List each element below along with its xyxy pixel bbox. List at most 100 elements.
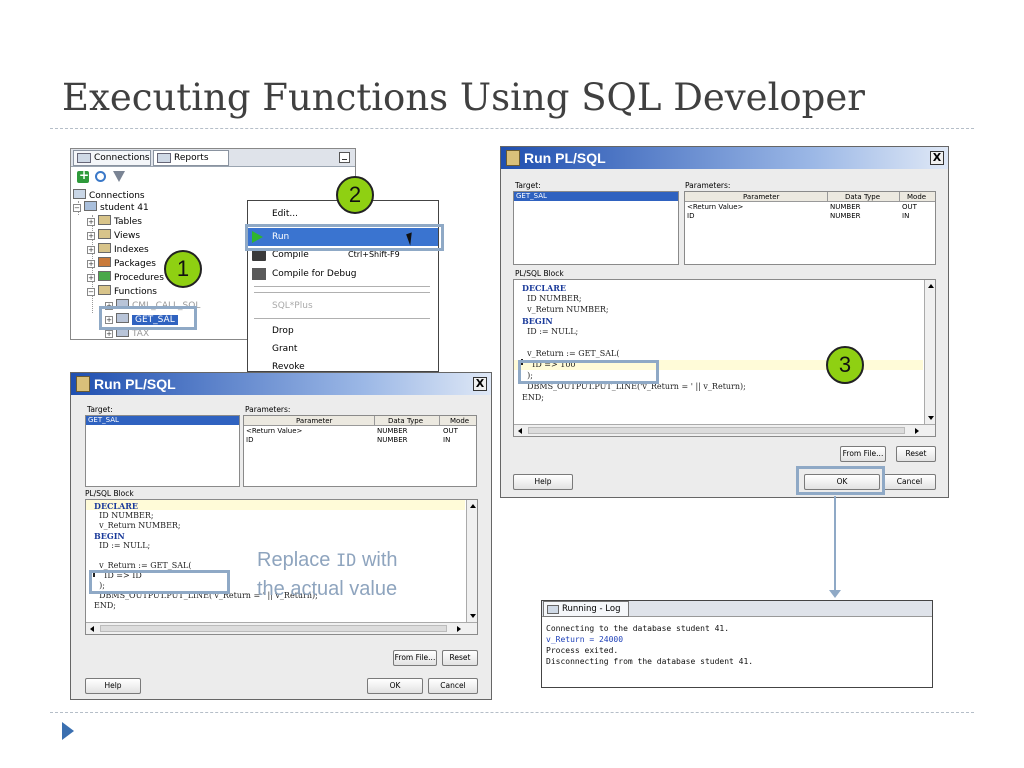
tree-item-functions[interactable]: − Functions — [87, 285, 157, 299]
log-line: v_Return = 24000 — [546, 635, 624, 644]
target-list[interactable]: GET_SAL — [513, 191, 679, 265]
minimize-icon[interactable] — [339, 152, 350, 163]
folder-icon — [98, 215, 111, 225]
folder-icon — [98, 285, 111, 295]
log-line: Connecting to the database student 41. — [546, 624, 730, 633]
close-button[interactable]: X — [473, 377, 487, 391]
add-connection-icon[interactable] — [77, 168, 89, 183]
menu-item-sqlplus[interactable]: SQL*Plus — [248, 297, 438, 315]
title-divider — [50, 128, 974, 129]
menu-item-drop[interactable]: Drop — [248, 322, 438, 340]
log-tabs: Running - Log — [542, 601, 932, 617]
tab-connections[interactable]: Connections — [73, 150, 151, 166]
code-line: ID := NULL; — [522, 327, 579, 336]
replace-id-callout: Replace ID with the actual value — [257, 549, 398, 600]
code-line: ID NUMBER; — [522, 294, 582, 303]
step-badge-3: 3 — [826, 346, 864, 384]
target-item-get-sal[interactable]: GET_SAL — [86, 416, 239, 425]
target-label: Target: — [87, 405, 113, 414]
reset-button[interactable]: Reset — [896, 446, 936, 462]
dialog-titlebar: Run PL/SQL X — [71, 373, 491, 395]
target-list[interactable]: GET_SAL — [85, 415, 240, 487]
help-button[interactable]: Help — [513, 474, 573, 490]
tab-reports[interactable]: Reports — [153, 150, 229, 166]
table-row[interactable]: ID NUMBER IN — [244, 436, 476, 445]
menu-separator — [254, 286, 430, 287]
folder-icon — [98, 229, 111, 239]
tree-item-student-41[interactable]: − student 41 — [73, 201, 149, 215]
close-button[interactable]: X — [930, 151, 944, 165]
from-file-button[interactable]: From File... — [840, 446, 886, 462]
menu-item-revoke[interactable]: Revoke — [248, 358, 438, 371]
expand-icon[interactable]: + — [87, 274, 95, 282]
menu-separator — [254, 292, 430, 293]
table-row[interactable]: ID NUMBER IN — [685, 212, 935, 221]
code-line: END; — [522, 393, 544, 402]
target-item-get-sal[interactable]: GET_SAL — [514, 192, 678, 201]
step-badge-2: 2 — [336, 176, 374, 214]
collapse-icon[interactable]: − — [73, 204, 81, 212]
log-output: Connecting to the database student 41. v… — [546, 623, 753, 667]
menu-item-compile-for-debug[interactable]: Compile for Debug — [248, 265, 438, 283]
expand-icon[interactable]: + — [87, 218, 95, 226]
connections-icon — [73, 189, 86, 199]
parameters-table: Parameter Data Type Mode <Return Value> … — [243, 415, 477, 487]
tree-item-procedures[interactable]: + Procedures — [87, 271, 164, 285]
vertical-scrollbar[interactable] — [466, 500, 477, 622]
tree-item-packages[interactable]: + Packages — [87, 257, 156, 271]
running-log-panel: Running - Log Connecting to the database… — [541, 600, 933, 688]
expand-icon[interactable]: + — [87, 246, 95, 254]
reset-button[interactable]: Reset — [442, 650, 478, 666]
navigator-toolbar — [71, 167, 355, 187]
step-badge-1: 1 — [164, 250, 202, 288]
filter-icon[interactable] — [113, 171, 125, 182]
plsql-block-label: PL/SQL Block — [515, 269, 564, 278]
params-header: Parameter Data Type Mode — [685, 192, 935, 202]
footer-divider — [50, 712, 974, 713]
collapse-icon[interactable]: − — [87, 288, 95, 296]
vertical-scrollbar[interactable] — [924, 280, 935, 424]
horizontal-scrollbar[interactable] — [86, 622, 477, 634]
highlight-get-sal — [99, 306, 197, 330]
tree-item-indexes[interactable]: + Indexes — [87, 243, 149, 257]
reports-icon — [157, 153, 171, 163]
code-line: BEGIN — [522, 316, 553, 326]
procedure-icon — [98, 271, 111, 281]
parameters-label: Parameters: — [245, 405, 291, 414]
cancel-button[interactable]: Cancel — [428, 678, 478, 694]
debug-icon — [252, 268, 266, 280]
cancel-button[interactable]: Cancel — [883, 474, 936, 490]
run-plsql-dialog-modified: Run PL/SQL X Target: GET_SAL Parameters:… — [500, 146, 949, 498]
tree-item-views[interactable]: + Views — [87, 229, 140, 243]
code-line: ID NUMBER; — [94, 511, 154, 520]
expand-icon[interactable]: + — [87, 260, 95, 268]
parameters-label: Parameters: — [685, 181, 731, 190]
code-line: BEGIN — [94, 531, 125, 541]
dialog-titlebar: Run PL/SQL X — [501, 147, 948, 169]
highlight-id-param — [89, 570, 230, 594]
code-line: DECLARE — [94, 501, 138, 511]
from-file-button[interactable]: From File... — [393, 650, 437, 666]
slide-title: Executing Functions Using SQL Developer — [62, 76, 865, 119]
highlight-id-value — [518, 360, 659, 384]
log-line: Disconnecting from the database student … — [546, 657, 754, 666]
help-button[interactable]: Help — [85, 678, 141, 694]
database-icon — [84, 201, 97, 211]
tree-item-tables[interactable]: + Tables — [87, 215, 142, 229]
tab-running-log[interactable]: Running - Log — [543, 601, 629, 617]
refresh-icon[interactable] — [95, 171, 106, 182]
parameters-table: Parameter Data Type Mode <Return Value> … — [684, 191, 936, 265]
table-row[interactable]: <Return Value> NUMBER OUT — [685, 203, 935, 212]
next-slide-arrow-icon[interactable] — [62, 722, 74, 740]
code-line: END; — [94, 601, 116, 610]
ok-button[interactable]: OK — [367, 678, 423, 694]
package-icon — [98, 257, 111, 267]
expand-icon[interactable]: + — [87, 232, 95, 240]
expand-icon[interactable]: + — [105, 330, 113, 338]
menu-item-grant[interactable]: Grant — [248, 340, 438, 358]
horizontal-scrollbar[interactable] — [514, 424, 935, 436]
menu-separator — [254, 318, 430, 319]
arrow-connector — [834, 496, 836, 592]
table-row[interactable]: <Return Value> NUMBER OUT — [244, 427, 476, 436]
plsql-code-editor[interactable]: DECLARE ID NUMBER; v_Return NUMBER; BEGI… — [513, 279, 936, 437]
